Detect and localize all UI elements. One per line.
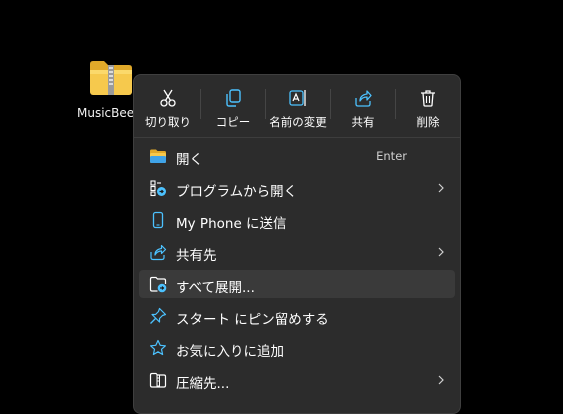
trash-icon <box>421 90 435 107</box>
folder-open-icon <box>150 149 166 163</box>
pin-icon <box>150 307 167 324</box>
menu-item-label: すべて展開... <box>176 280 255 296</box>
scissors-icon <box>160 89 176 107</box>
share-label: 共有 <box>351 115 375 129</box>
menu-item-label: My Phone に送信 <box>176 216 287 232</box>
chevron-right-icon <box>438 375 444 385</box>
menu-item-extract-all[interactable]: すべて展開... <box>139 270 455 298</box>
rename-icon <box>289 90 306 106</box>
context-menu: 切り取り コピー 名前の変更 共有 削除 開く Enter プログラムから開く … <box>133 74 461 414</box>
share-icon <box>355 90 372 107</box>
menu-item-label: 開く <box>176 152 203 168</box>
quick-action-separator <box>395 89 396 119</box>
phone-icon <box>152 211 164 229</box>
copy-icon <box>226 89 241 107</box>
quick-action-separator <box>265 89 266 119</box>
rename-button[interactable]: 名前の変更 <box>267 79 329 131</box>
rename-label: 名前の変更 <box>269 115 327 129</box>
chevron-right-icon <box>438 183 444 193</box>
chevron-right-icon <box>438 247 444 257</box>
menu-item-label: プログラムから開く <box>176 184 298 200</box>
menu-item-label: 圧縮先... <box>176 376 230 392</box>
delete-button[interactable]: 削除 <box>397 79 459 131</box>
shortcut-hint: Enter <box>376 149 407 163</box>
share-button[interactable]: 共有 <box>332 79 394 131</box>
quick-action-separator <box>330 89 331 119</box>
zip-folder-icon <box>90 61 132 95</box>
menu-item-share-to[interactable]: 共有先 <box>139 238 455 266</box>
menu-divider <box>134 137 460 138</box>
quick-action-separator <box>200 89 201 119</box>
menu-item-compress-to[interactable]: 圧縮先... <box>139 366 455 394</box>
cut-label: 切り取り <box>145 115 191 129</box>
menu-item-open[interactable]: 開く Enter <box>139 142 455 170</box>
menu-item-label: スタート にピン留めする <box>176 312 329 328</box>
share-icon <box>150 244 167 261</box>
compress-icon <box>149 372 167 388</box>
open-with-icon <box>150 180 166 197</box>
star-icon <box>150 339 166 356</box>
extract-icon <box>149 276 167 293</box>
menu-item-open-with[interactable]: プログラムから開く <box>139 174 455 202</box>
copy-label: コピー <box>215 115 251 129</box>
copy-button[interactable]: コピー <box>202 79 264 131</box>
menu-item-label: 共有先 <box>176 248 217 264</box>
cut-button[interactable]: 切り取り <box>137 79 199 131</box>
menu-item-label: お気に入りに追加 <box>176 344 284 360</box>
menu-item-pin-to-start[interactable]: スタート にピン留めする <box>139 302 455 330</box>
menu-item-send-to-phone[interactable]: My Phone に送信 <box>139 206 455 234</box>
delete-label: 削除 <box>416 115 440 129</box>
quick-actions-bar: 切り取り コピー 名前の変更 共有 削除 <box>134 75 460 135</box>
menu-item-add-to-favorites[interactable]: お気に入りに追加 <box>139 334 455 362</box>
